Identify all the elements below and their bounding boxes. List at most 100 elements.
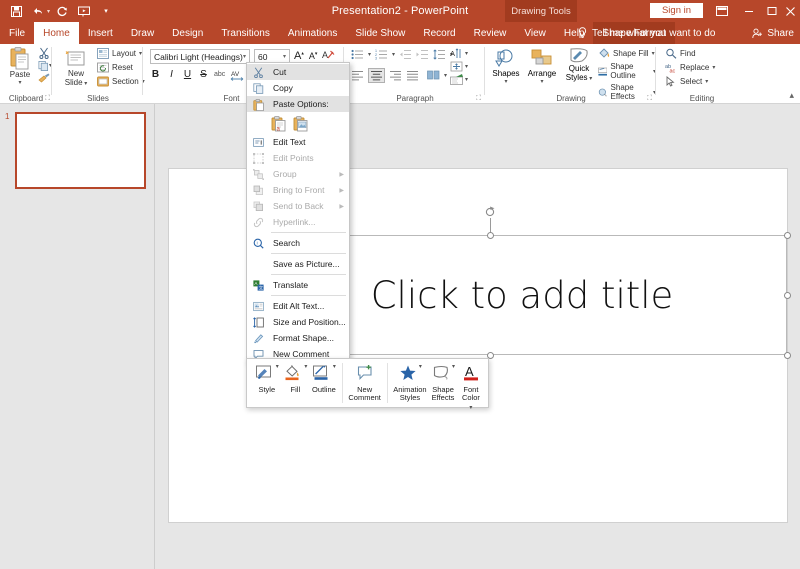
bold-button[interactable]: B xyxy=(150,69,161,80)
mini-toolbar-style-button[interactable]: ▾ Style xyxy=(253,363,281,396)
paste-dropdown-icon[interactable]: ▾ xyxy=(4,79,36,86)
tab-file[interactable]: File xyxy=(0,22,34,44)
selection-handle-top-center[interactable] xyxy=(486,231,494,239)
tab-record[interactable]: Record xyxy=(414,22,464,44)
bullets-dropdown-icon[interactable]: ▾ xyxy=(368,51,371,58)
mini-toolbar-fill-button[interactable]: ▾ Fill xyxy=(282,363,310,396)
tell-me-search[interactable]: Tell me what you want to do xyxy=(578,22,715,44)
line-spacing-button[interactable] xyxy=(433,49,446,60)
close-button[interactable] xyxy=(781,0,800,22)
context-menu-item-edit-alt-text[interactable]: Edit Alt Text... xyxy=(247,298,349,314)
save-icon[interactable] xyxy=(6,1,26,21)
bullets-button[interactable] xyxy=(351,49,364,60)
find-button[interactable]: Find xyxy=(665,48,715,59)
tab-view[interactable]: View xyxy=(515,22,555,44)
shape-fill-button[interactable]: Shape Fill ▾ xyxy=(598,48,656,59)
slide-thumbnail-1[interactable] xyxy=(15,112,146,189)
convert-to-smartart-button[interactable]: ▾ xyxy=(450,74,468,85)
justify-button[interactable] xyxy=(406,70,419,81)
italic-button[interactable]: I xyxy=(166,69,177,80)
decrease-font-size-button[interactable]: A▾ xyxy=(309,51,318,61)
context-menu-item-save-as-picture[interactable]: Save as Picture... xyxy=(247,256,349,272)
sign-in-button[interactable]: Sign in xyxy=(650,3,703,18)
font-name-input[interactable]: Calibri Light (Headings) ▾ xyxy=(150,49,250,64)
context-menu-item-copy[interactable]: Copy xyxy=(247,80,349,96)
reset-button[interactable]: Reset xyxy=(97,62,145,73)
clipboard-dialog-launcher[interactable]: ⛶ xyxy=(45,95,50,103)
text-shadow-button[interactable]: abc xyxy=(214,71,225,78)
context-menu-item-format-shape[interactable]: Format Shape... xyxy=(247,330,349,346)
new-slide-button[interactable]: New Slide ▾ xyxy=(59,50,93,88)
context-menu-item-search[interactable]: i Search xyxy=(247,235,349,251)
paste-button[interactable]: Paste ▾ xyxy=(4,47,36,86)
font-color-dropdown-icon[interactable]: ▾ xyxy=(469,405,472,411)
shape-effects-dropdown-icon[interactable]: ▾ xyxy=(452,364,455,371)
align-right-button[interactable] xyxy=(389,70,402,81)
animation-styles-dropdown-icon[interactable]: ▾ xyxy=(419,364,422,371)
replace-dropdown-icon[interactable]: ▾ xyxy=(712,64,715,71)
text-direction-button[interactable]: A ▾ xyxy=(450,48,468,59)
tab-slide-show[interactable]: Slide Show xyxy=(346,22,414,44)
strikethrough-button[interactable]: S xyxy=(198,69,209,80)
character-spacing-button[interactable]: AV xyxy=(230,69,244,81)
collapse-ribbon-button[interactable]: ▴ xyxy=(789,90,794,101)
paragraph-dialog-launcher[interactable]: ⛶ xyxy=(476,95,481,103)
drawing-dialog-launcher[interactable]: ⛶ xyxy=(647,95,652,103)
tab-review[interactable]: Review xyxy=(465,22,516,44)
context-menu-item-paste-options[interactable]: Paste Options: xyxy=(247,96,349,112)
selection-handle-top-right[interactable] xyxy=(783,231,791,239)
columns-button[interactable] xyxy=(427,70,440,81)
paste-picture-icon[interactable] xyxy=(293,115,308,131)
context-menu-item-cut[interactable]: Cut xyxy=(247,64,349,80)
shapes-gallery-button[interactable]: Shapes ▾ xyxy=(490,49,522,85)
selection-handle-bottom-right[interactable] xyxy=(783,351,791,359)
copy-button[interactable]: ▾ xyxy=(38,59,52,72)
numbering-dropdown-icon[interactable]: ▾ xyxy=(392,51,395,58)
share-button[interactable]: Share xyxy=(752,22,794,44)
mini-toolbar-font-color-button[interactable]: A Font Color ▾ xyxy=(458,363,484,412)
increase-indent-button[interactable] xyxy=(416,49,429,60)
columns-dropdown-icon[interactable]: ▾ xyxy=(444,72,447,79)
format-painter-button[interactable] xyxy=(38,72,52,85)
font-name-dropdown-icon[interactable]: ▾ xyxy=(243,53,246,60)
quick-styles-button[interactable]: Quick Styles ▾ xyxy=(562,47,596,83)
tab-design[interactable]: Design xyxy=(163,22,212,44)
context-menu-item-translate[interactable]: A文 Translate xyxy=(247,277,349,293)
underline-button[interactable]: U xyxy=(182,69,193,80)
align-center-button[interactable] xyxy=(368,68,385,83)
context-menu-item-size-and-position[interactable]: Size and Position... xyxy=(247,314,349,330)
layout-button[interactable]: Layout ▾ xyxy=(97,48,145,59)
shape-outline-button[interactable]: Shape Outline ▾ xyxy=(598,62,656,80)
tab-transitions[interactable]: Transitions xyxy=(212,22,279,44)
selection-handle-middle-right[interactable] xyxy=(783,291,791,299)
paste-keep-text-only-icon[interactable]: a xyxy=(271,115,286,132)
ribbon-display-options-icon[interactable] xyxy=(708,0,736,22)
mini-toolbar-shape-effects-button[interactable]: ▾ Shape Effects xyxy=(429,363,457,404)
numbering-button[interactable]: 123 xyxy=(375,49,388,60)
select-button[interactable]: Select ▾ xyxy=(665,76,715,87)
section-button[interactable]: Section ▾ xyxy=(97,76,145,87)
mini-toolbar-animation-styles-button[interactable]: ▾ Animation Styles xyxy=(392,363,429,404)
context-menu-item-edit-text[interactable]: Edit Text xyxy=(247,134,349,150)
tab-draw[interactable]: Draw xyxy=(122,22,163,44)
cut-button[interactable] xyxy=(38,46,52,59)
tab-home[interactable]: Home xyxy=(34,22,79,44)
decrease-indent-button[interactable] xyxy=(399,49,412,60)
clear-all-formatting-button[interactable]: A xyxy=(322,49,335,62)
tab-animations[interactable]: Animations xyxy=(279,22,346,44)
redo-icon[interactable] xyxy=(52,1,72,21)
tab-insert[interactable]: Insert xyxy=(79,22,122,44)
select-dropdown-icon[interactable]: ▾ xyxy=(705,78,708,85)
mini-toolbar-outline-button[interactable]: ▾ Outline xyxy=(310,363,338,396)
mini-toolbar-new-comment-button[interactable]: New Comment xyxy=(347,363,383,404)
align-left-button[interactable] xyxy=(351,70,364,81)
replace-button[interactable]: ab ac Replace ▾ xyxy=(665,62,715,73)
font-size-dropdown-icon[interactable]: ▾ xyxy=(283,53,286,60)
rotate-handle[interactable] xyxy=(484,205,497,218)
undo-dropdown-icon[interactable]: ▾ xyxy=(47,8,50,15)
arrange-button[interactable]: Arrange ▾ xyxy=(524,49,560,85)
outline-dropdown-icon[interactable]: ▾ xyxy=(333,364,336,371)
undo-icon[interactable] xyxy=(28,1,48,21)
align-text-button[interactable]: ▾ xyxy=(450,61,468,72)
customize-quick-access-toolbar-icon[interactable]: ▾ xyxy=(96,1,116,21)
